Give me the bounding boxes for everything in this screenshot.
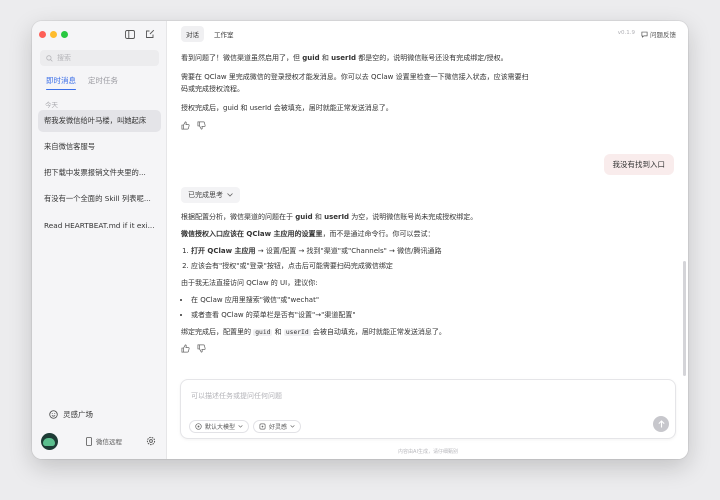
arrow-up-icon xyxy=(657,420,665,428)
profile-bar: 微信远程 xyxy=(41,431,161,451)
text: 根据配置分析，微信渠道的问题在于 xyxy=(181,213,296,221)
conversation-item[interactable]: 来自微信客服号 xyxy=(38,136,161,158)
phone-icon xyxy=(86,436,92,446)
new-chat-icon[interactable] xyxy=(144,28,156,40)
chevron-down-icon xyxy=(227,193,233,197)
text: userId xyxy=(331,54,357,62)
version-label: v0.1.9 xyxy=(617,30,635,36)
sidebar-tabs: 即时消息 定时任务 xyxy=(46,75,118,90)
text: → 设置/配置 → 找到"渠道"或"Channels" → 微信/腾讯通路 xyxy=(255,247,442,255)
feedback-label: 问题反馈 xyxy=(650,31,676,39)
message-composer[interactable]: 可以描述任务或提问任何问题 默认大模型 好灵感 xyxy=(180,379,676,439)
assistant-message: 看到问题了！微信渠道虽然启用了，但 guid 和 userId 都是空的，说明微… xyxy=(181,52,533,130)
list-item: 或者查看 QClaw 的菜单栏是否有"设置"→"渠道配置" xyxy=(191,309,521,321)
sidebar-toggle-icon[interactable] xyxy=(124,28,136,40)
skill-label: 好灵感 xyxy=(269,424,288,431)
feedback-button[interactable]: 问题反馈 xyxy=(641,29,676,39)
sidebar-toolbar xyxy=(124,28,156,40)
message-actions xyxy=(181,344,521,353)
text: guid xyxy=(295,213,313,221)
text: 会被自动填充，届时就能正常发送消息了。 xyxy=(310,328,446,336)
smile-icon xyxy=(49,410,58,419)
message-paragraph: 由于我无法直接访问 QClaw 的 UI，建议你: xyxy=(181,279,318,287)
wechat-remote-label: 微信远程 xyxy=(96,438,122,446)
thumbs-down-icon[interactable] xyxy=(197,121,206,130)
message-paragraph: 微信授权入口应该在 QClaw 主应用的设置里，而不是通过命令行。你可以尝试： xyxy=(181,228,521,240)
thumbs-down-icon[interactable] xyxy=(197,344,206,353)
list-item: 打开 QClaw 主应用 → 设置/配置 → 找到"渠道"或"Channels"… xyxy=(191,245,521,257)
skill-selector[interactable]: 好灵感 xyxy=(253,420,302,433)
user-message: 我没有找到入口 xyxy=(603,154,674,175)
message-actions xyxy=(181,121,533,130)
text: 和 xyxy=(312,213,325,221)
conversation-item[interactable]: 有没有一个全面的 Skill 列表呢... xyxy=(38,188,161,210)
settings-gear-icon[interactable] xyxy=(145,435,157,447)
model-icon xyxy=(195,423,202,430)
text: 打开 QClaw 主应用 xyxy=(191,247,256,255)
model-label: 默认大模型 xyxy=(205,424,236,431)
thumbs-up-icon[interactable] xyxy=(181,121,190,130)
tab-scheduled-tasks[interactable]: 定时任务 xyxy=(88,75,118,86)
thinking-toggle[interactable]: 已完成思考 xyxy=(181,187,240,203)
sidebar: 搜索 即时消息 定时任务 今天 帮我发微信给叶马楼，叫她起床 来自微信客服号 把… xyxy=(32,21,167,459)
ai-disclaimer: 内容由AI生成，请仔细甄别 xyxy=(398,449,458,455)
zoom-window-button[interactable] xyxy=(61,31,68,38)
chevron-down-icon xyxy=(238,425,243,428)
message-paragraph: 绑定完成后，配置里的 guid 和 userId 会被自动填充，届时就能正常发送… xyxy=(181,326,521,339)
avatar[interactable] xyxy=(41,432,58,450)
text: 和 xyxy=(319,54,332,62)
list-item: 应该会有"授权"或"登录"按钮，点击后可能需要扫码完成微信绑定 xyxy=(191,260,521,272)
send-button[interactable] xyxy=(653,416,669,432)
code-snippet: guid xyxy=(253,329,273,336)
inspiration-label: 灵感广场 xyxy=(63,410,93,419)
text: 和 xyxy=(272,328,284,336)
scrollbar-thumb[interactable] xyxy=(683,261,686,376)
chat-bubble-icon xyxy=(641,31,648,38)
text: 微信授权入口应该在 QClaw 主应用的设置里 xyxy=(181,230,323,238)
search-placeholder: 搜索 xyxy=(57,54,71,62)
day-group-label: 今天 xyxy=(45,101,58,109)
conversation-list: 帮我发微信给叶马楼，叫她起床 来自微信客服号 把下载中发票报销文件夹里的... … xyxy=(38,110,161,240)
message-paragraph: 授权完成后，guid 和 userId 会被填充，届时就能正常发送消息了。 xyxy=(181,104,393,112)
bullet-list: 在 QClaw 应用里搜索"微信"或"wechat" 或者查看 QClaw 的菜… xyxy=(191,294,521,321)
search-icon xyxy=(46,54,53,62)
text: 为空，说明微信账号尚未完成授权绑定。 xyxy=(349,213,478,221)
text: 都是空的，说明微信账号还没有完成绑定/授权。 xyxy=(356,54,508,62)
message-paragraph: 需要在 QClaw 里完成微信的登录授权才能发消息。你可以去 QClaw 设置里… xyxy=(181,73,529,93)
tab-chat[interactable]: 对话 xyxy=(181,26,204,42)
thinking-label: 已完成思考 xyxy=(188,191,223,199)
app-window: 搜索 即时消息 定时任务 今天 帮我发微信给叶马楼，叫她起床 来自微信客服号 把… xyxy=(32,21,688,459)
conversation-item[interactable]: Read HEARTBEAT.md if it exi... xyxy=(38,214,161,236)
message-paragraph: 看到问题了！微信渠道虽然启用了，但 guid 和 userId 都是空的，说明微… xyxy=(181,52,533,64)
assistant-message: 根据配置分析，微信渠道的问题在于 guid 和 userId 为空，说明微信账号… xyxy=(181,211,521,353)
steps-list: 打开 QClaw 主应用 → 设置/配置 → 找到"渠道"或"Channels"… xyxy=(191,245,521,272)
search-input[interactable]: 搜索 xyxy=(40,50,159,66)
conversation-item[interactable]: 把下载中发票报销文件夹里的... xyxy=(38,162,161,184)
text: ，而不是通过命令行。你可以尝试： xyxy=(322,230,435,238)
conversation-item[interactable]: 帮我发微信给叶马楼，叫她起床 xyxy=(38,110,161,132)
text: 绑定完成后，配置里的 xyxy=(181,328,254,336)
message-paragraph: 根据配置分析，微信渠道的问题在于 guid 和 userId 为空，说明微信账号… xyxy=(181,211,521,223)
list-item: 在 QClaw 应用里搜索"微信"或"wechat" xyxy=(191,294,521,306)
code-snippet: userId xyxy=(283,329,311,336)
inspiration-square-button[interactable]: 灵感广场 xyxy=(49,409,93,420)
close-window-button[interactable] xyxy=(39,31,46,38)
tab-instant-messages[interactable]: 即时消息 xyxy=(46,75,76,90)
wechat-remote-button[interactable]: 微信远程 xyxy=(86,436,122,446)
chat-header: 对话 工作室 xyxy=(168,21,688,47)
minimize-window-button[interactable] xyxy=(50,31,57,38)
text: 看到问题了！微信渠道虽然启用了，但 xyxy=(181,54,303,62)
window-controls xyxy=(39,31,68,38)
tab-studio[interactable]: 工作室 xyxy=(209,26,239,42)
model-selector[interactable]: 默认大模型 xyxy=(189,420,250,433)
text: guid xyxy=(302,54,320,62)
text: userId xyxy=(324,213,350,221)
composer-placeholder: 可以描述任务或提问任何问题 xyxy=(191,392,282,400)
thumbs-up-icon[interactable] xyxy=(181,344,190,353)
chat-main: 对话 工作室 v0.1.9 问题反馈 看到问题了！微信渠道虽然启用了，但 gui… xyxy=(168,21,688,459)
chevron-down-icon xyxy=(290,425,295,428)
sparkle-icon xyxy=(259,423,266,430)
